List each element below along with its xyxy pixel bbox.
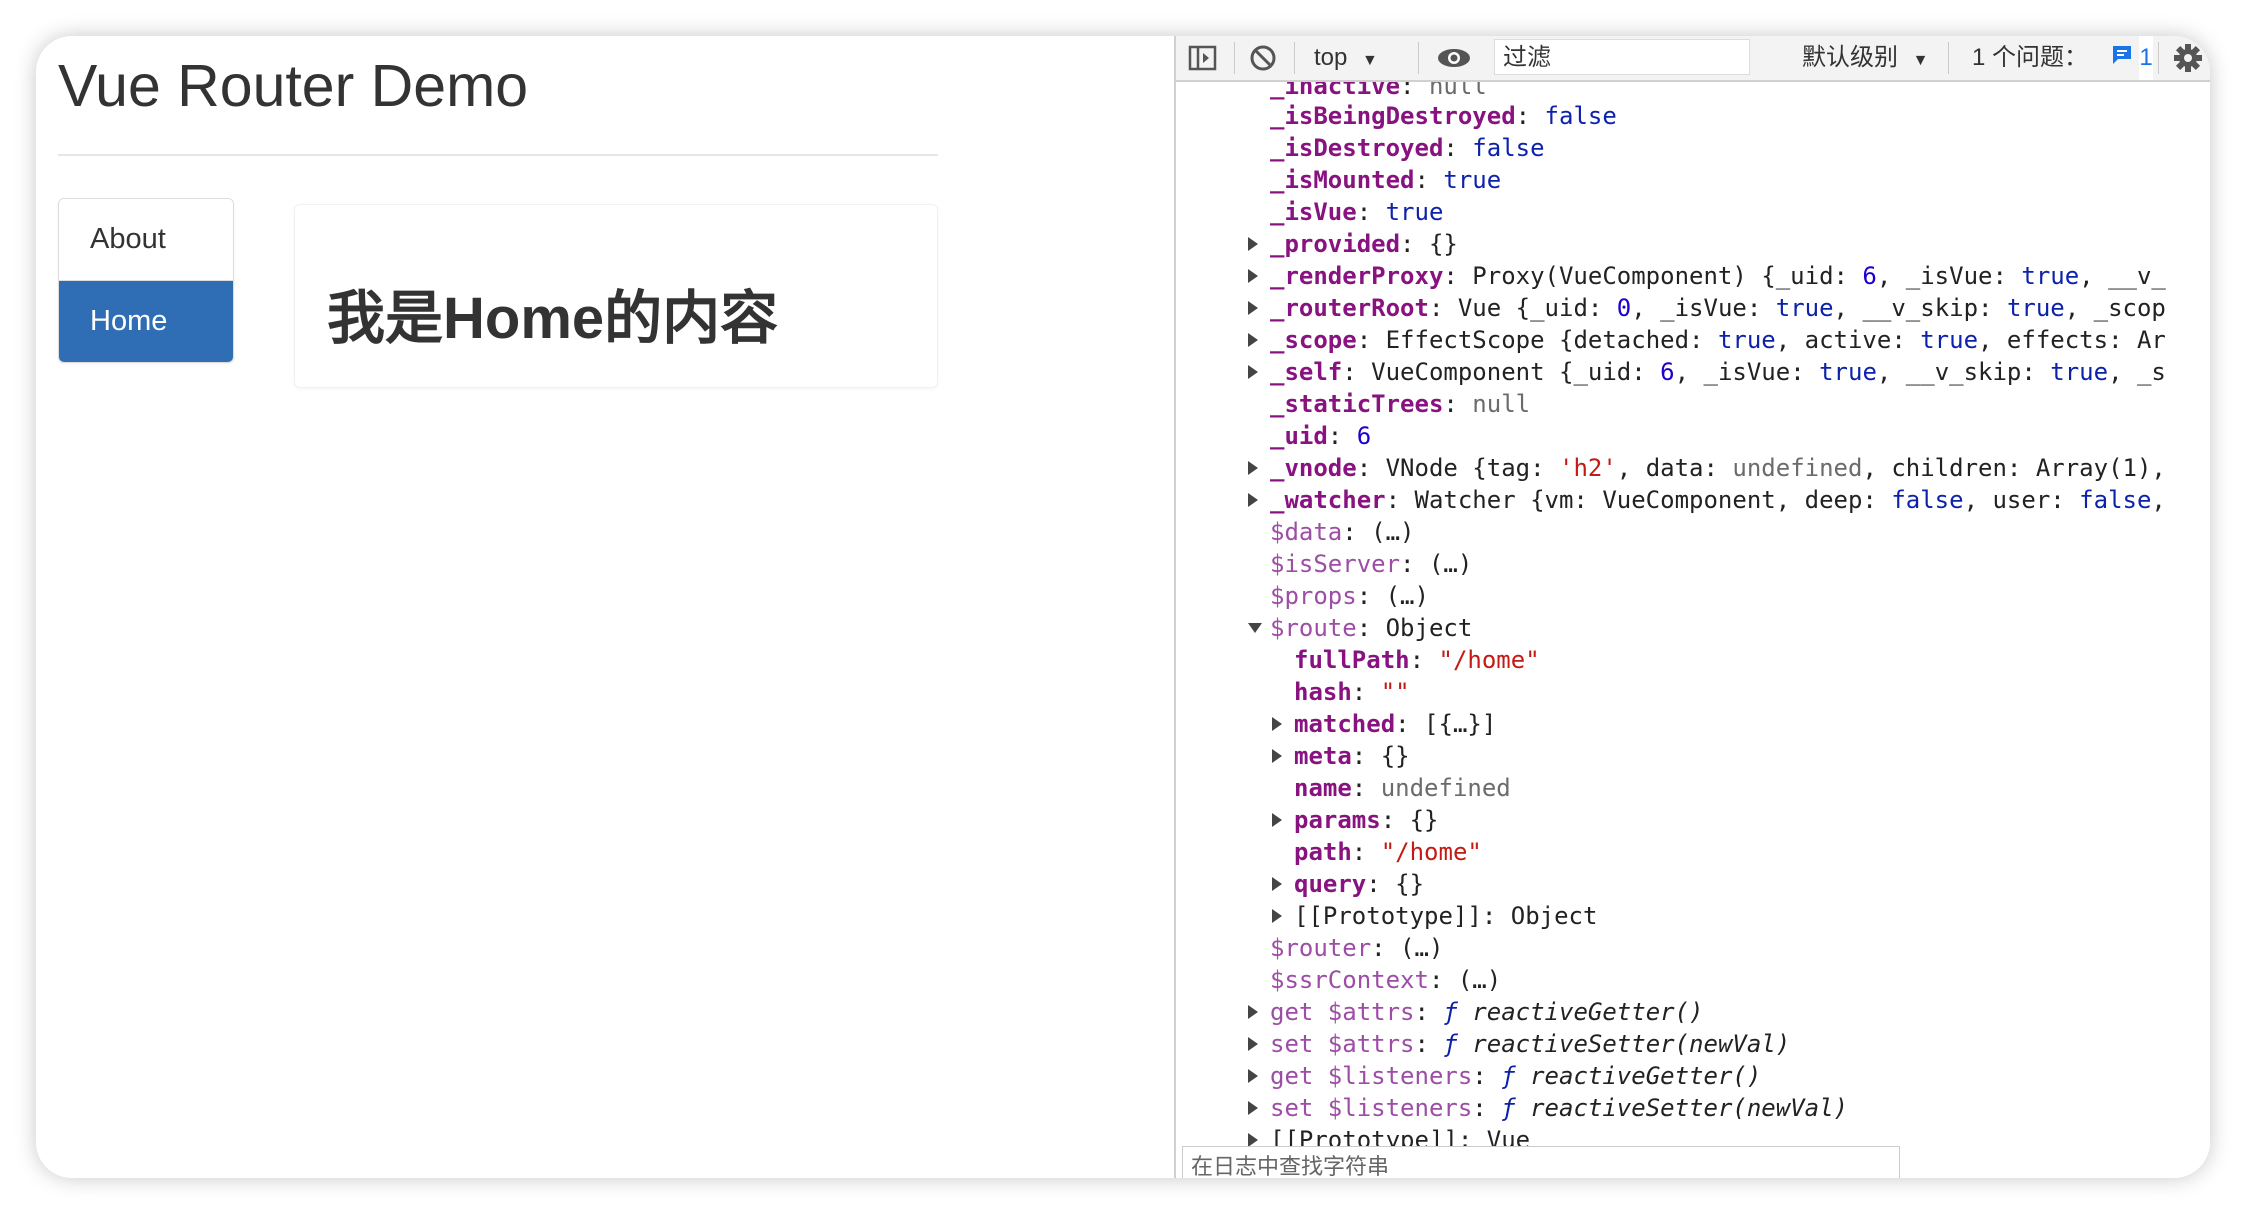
console-line[interactable]: set $listeners: ƒ reactiveSetter(newVal) [1248,1092,1848,1124]
console-line[interactable]: _routerRoot: Vue {_uid: 0, _isVue: true,… [1248,292,2166,324]
console-line: _isBeingDestroyed: false [1270,102,1617,130]
clear-console-icon[interactable] [1248,36,1278,80]
console-line: _isDestroyed: false [1270,134,1545,162]
console-line[interactable]: $router: (…) [1270,932,1443,964]
toolbar-divider [1234,42,1235,74]
console-line: _isMounted: true [1270,166,1502,194]
filter-input[interactable]: 过滤 [1494,39,1750,75]
expand-arrow-icon[interactable] [1248,493,1258,507]
expand-arrow-icon[interactable] [1272,877,1282,891]
console-line[interactable]: matched: [{…}] [1272,708,1496,740]
expand-arrow-icon[interactable] [1248,1069,1258,1083]
expand-arrow-icon[interactable] [1248,1005,1258,1019]
gear-icon[interactable] [2172,36,2204,80]
app-pane: Vue Router Demo About Home 我是Home的内容 [36,36,1174,1178]
expand-arrow-icon[interactable] [1248,333,1258,347]
expand-arrow-icon[interactable] [1248,1101,1258,1115]
console-line[interactable]: $data: (…) [1270,516,1415,548]
console-line[interactable]: _renderProxy: Proxy(VueComponent) {_uid:… [1248,260,2166,292]
toolbar-divider [2158,42,2159,74]
router-nav: About Home [58,198,234,363]
console-line[interactable]: $isServer: (…) [1270,548,1472,580]
expand-arrow-icon[interactable] [1248,237,1258,251]
console-line: hash: "" [1294,678,1410,706]
console-line[interactable]: $ssrContext: (…) [1270,964,1501,996]
console-line[interactable]: _self: VueComponent {_uid: 6, _isVue: tr… [1248,356,2166,388]
expand-arrow-icon[interactable] [1272,813,1282,827]
console-line: _staticTrees: null [1270,390,1531,418]
console-search-input[interactable]: 在日志中查找字符串 [1182,1146,1900,1178]
issues-count: 1 [2139,36,2153,80]
expand-arrow-icon[interactable] [1248,269,1258,283]
context-select[interactable]: top ▼ [1314,36,1378,80]
log-level-label: 默认级别 [1802,44,1898,71]
expand-arrow-icon[interactable] [1272,909,1282,923]
console-line: _isVue: true [1270,198,1444,226]
sidebar-toggle-icon[interactable] [1188,36,1218,80]
toolbar-divider [1948,42,1949,74]
browser-window: Vue Router Demo About Home 我是Home的内容 top… [36,36,2210,1178]
console-line: fullPath: "/home" [1294,646,1540,674]
expand-arrow-icon[interactable] [1248,365,1258,379]
nav-link-home[interactable]: Home [59,280,233,362]
chevron-down-icon: ▼ [1362,52,1378,69]
console-line[interactable]: $props: (…) [1270,580,1429,612]
page-title: Vue Router Demo [58,53,529,119]
console-line[interactable]: get $attrs: ƒ reactiveGetter() [1248,996,1704,1028]
console-line[interactable]: set $attrs: ƒ reactiveSetter(newVal) [1248,1028,1790,1060]
console-line[interactable]: get $listeners: ƒ reactiveGetter() [1248,1060,1761,1092]
console-line[interactable]: params: {} [1272,804,1439,836]
expand-arrow-icon[interactable] [1272,749,1282,763]
console-line[interactable]: _scope: EffectScope {detached: true, act… [1248,324,2166,356]
collapse-arrow-icon[interactable] [1248,623,1262,633]
log-level-select[interactable]: 默认级别 ▼ [1802,36,1929,80]
console-line: name: undefined [1294,774,1511,802]
issues-button[interactable]: 1 个问题： 1 [1972,36,2153,80]
router-view: 我是Home的内容 [294,204,938,388]
chevron-down-icon: ▼ [1912,52,1929,69]
expand-arrow-icon[interactable] [1248,1133,1258,1147]
console-line: _uid: 6 [1270,422,1372,450]
title-divider [58,154,938,156]
console-output: _inactive: null _isBeingDestroyed: false… [1176,82,2210,1178]
console-line[interactable]: [[Prototype]]: Object [1272,900,1597,932]
home-content-heading: 我是Home的内容 [327,286,779,351]
console-line[interactable]: meta: {} [1272,740,1410,772]
console-line[interactable]: _watcher: Watcher {vm: VueComponent, dee… [1248,484,2166,516]
expand-arrow-icon[interactable] [1248,301,1258,315]
devtools-panel: top ▼ 过滤 默认级别 ▼ 1 个问题： 1 _inactive: null… [1174,36,2210,1178]
expand-arrow-icon[interactable] [1248,1037,1258,1051]
console-line[interactable]: $route: Object [1248,612,1472,644]
issue-message-icon [2111,37,2133,81]
expand-arrow-icon[interactable] [1272,717,1282,731]
console-line[interactable]: _provided: {} [1248,228,1458,260]
live-expression-icon[interactable] [1434,36,1474,80]
context-label: top [1314,44,1348,71]
console-toolbar: top ▼ 过滤 默认级别 ▼ 1 个问题： 1 [1176,36,2210,82]
console-line[interactable]: _vnode: VNode {tag: 'h2', data: undefine… [1248,452,2166,484]
issues-label: 1 个问题： [1972,44,2089,71]
expand-arrow-icon[interactable] [1248,461,1258,475]
console-line[interactable]: query: {} [1272,868,1424,900]
toolbar-divider [1294,42,1295,74]
console-line: path: "/home" [1294,838,1482,866]
nav-link-about[interactable]: About [59,199,233,280]
console-line: _inactive: null [1270,82,1487,100]
toolbar-divider [1418,42,1419,74]
